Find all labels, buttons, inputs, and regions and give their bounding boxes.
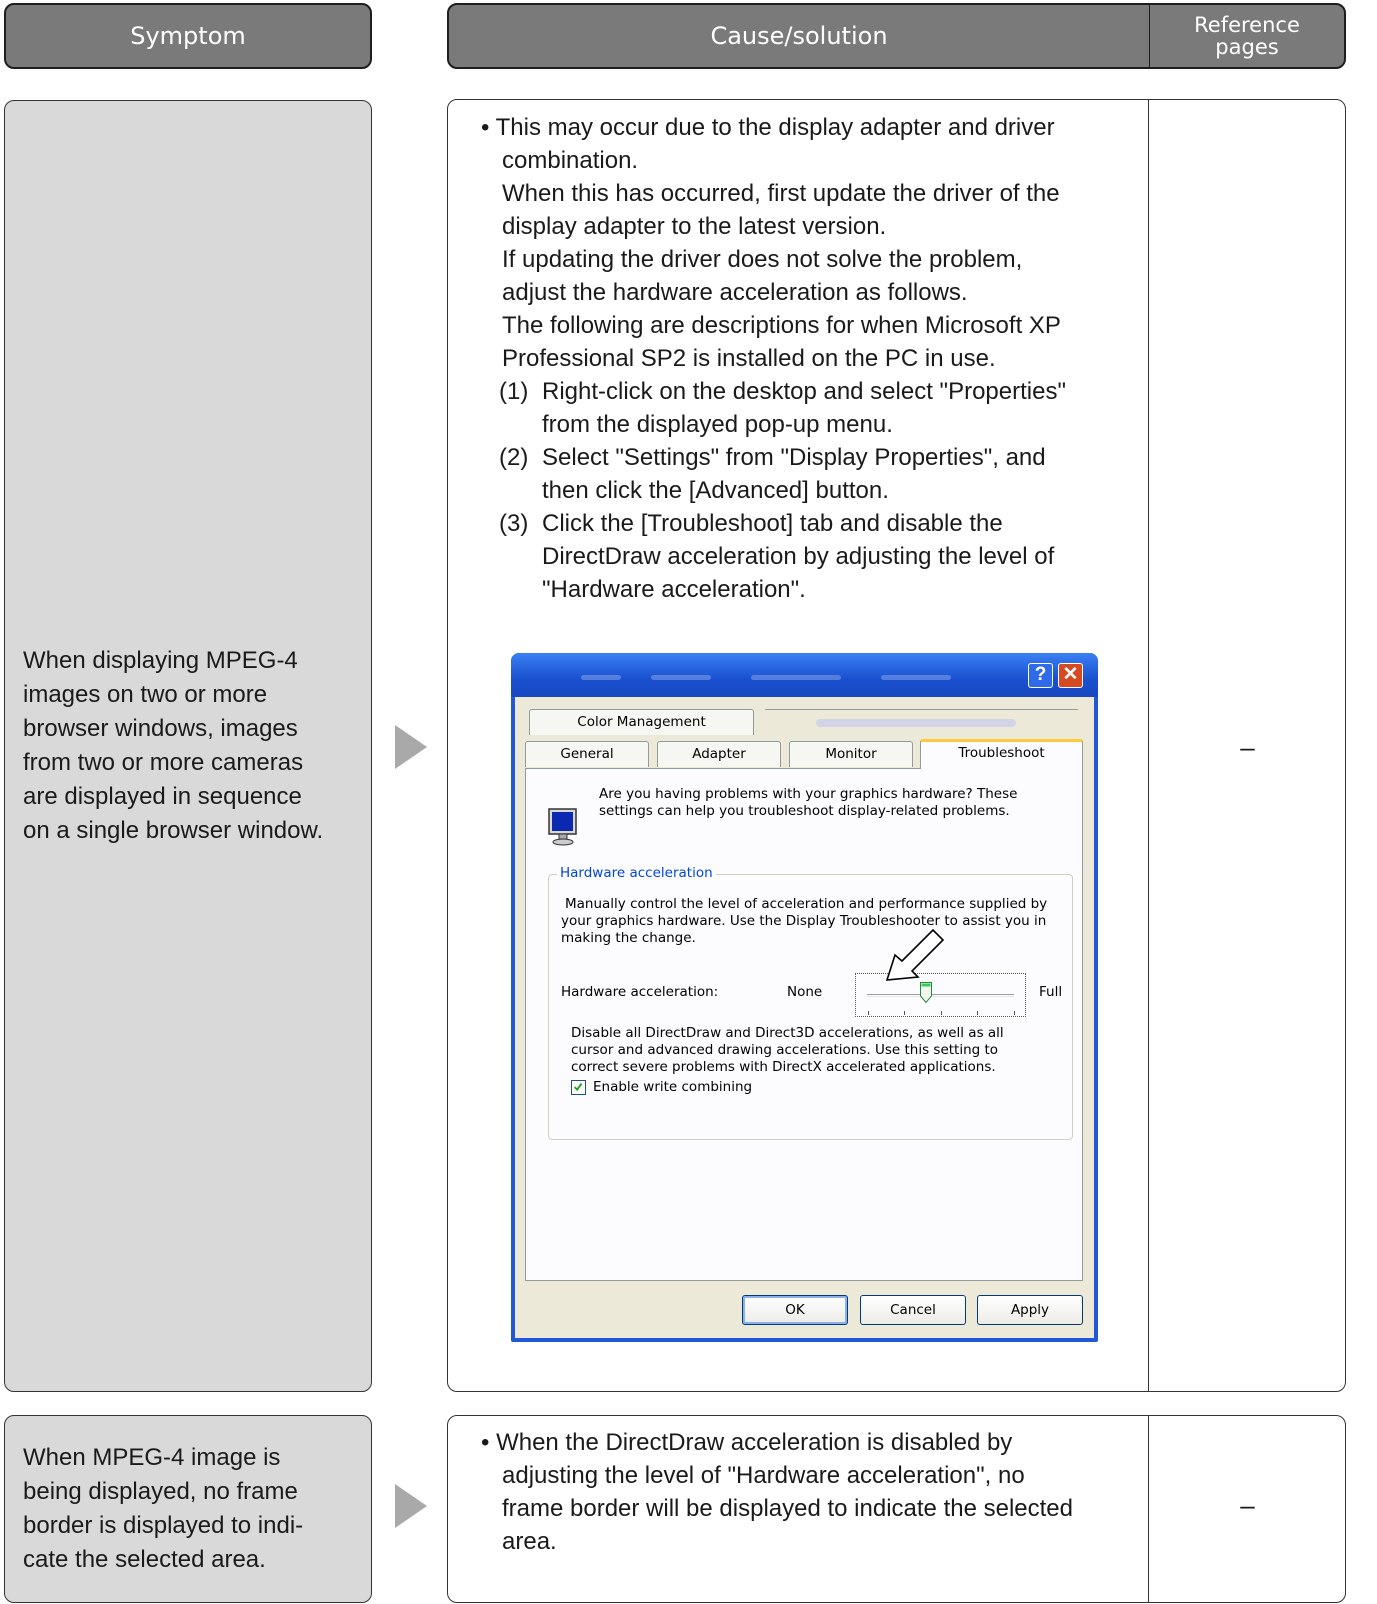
intro-text: Are you having problems with your graphi…: [599, 786, 1018, 819]
slider-tick: [904, 1011, 905, 1015]
slider-tick: [977, 1011, 978, 1015]
reference-value-2: –: [1240, 1490, 1255, 1520]
row-arrow-icon: [395, 1484, 427, 1528]
symptom-header-label: Symptom: [130, 22, 246, 50]
step-3: (3) Click the [Troubleshoot] tab and dis…: [499, 510, 1055, 603]
tab-monitor[interactable]: Monitor: [789, 741, 913, 767]
reference-header-label: Reference pages: [1194, 13, 1300, 59]
dialog-title-bar: ? ✕: [511, 653, 1098, 697]
hardware-acceleration-group: Hardware acceleration Manually control t…: [548, 865, 1073, 1140]
symptom-cell-1: When displaying MPEG-4 images on two or …: [4, 100, 372, 1392]
tab-color-management[interactable]: Color Management: [529, 709, 754, 735]
pointer-arrow-icon: [885, 928, 945, 981]
slider-max-label: Full: [1039, 984, 1063, 1000]
steps-list: (1) Right-click on the desktop and selec…: [499, 375, 1066, 606]
close-icon[interactable]: ✕: [1058, 663, 1083, 688]
row-arrow-icon: [395, 725, 427, 769]
slider-thumb[interactable]: [919, 982, 932, 1003]
slider-row: Hardware acceleration: None Full: [561, 972, 1063, 1018]
ok-button[interactable]: OK: [742, 1295, 848, 1325]
cause-text-1: • This may occur due to the display adap…: [481, 114, 1061, 372]
symptom-text-1: When displaying MPEG-4 images on two or …: [23, 647, 324, 844]
dialog-body: Color Management General Adapter Monitor…: [515, 697, 1094, 1338]
cancel-button[interactable]: Cancel: [860, 1295, 966, 1325]
symptom-text-2: When MPEG-4 image is being displayed, no…: [23, 1444, 304, 1573]
step-1: (1) Right-click on the desktop and selec…: [499, 378, 1066, 438]
slider-min-label: None: [787, 984, 823, 1000]
slider-tick: [1014, 1011, 1015, 1015]
reference-value-1: –: [1240, 732, 1255, 762]
display-properties-dialog: ? ✕ Color Management General Adapter Mon…: [511, 653, 1098, 1342]
step-2: (2) Select "Settings" from "Display Prop…: [499, 444, 1046, 504]
symptom-cell-2: When MPEG-4 image is being displayed, no…: [4, 1415, 372, 1603]
help-icon[interactable]: ?: [1028, 663, 1053, 688]
cause-text-2: • When the DirectDraw acceleration is di…: [481, 1429, 1073, 1555]
slider-tick: [868, 1011, 869, 1015]
monitor-icon: [548, 808, 577, 846]
cause-column-header: Cause/solution Reference pages: [447, 3, 1346, 69]
troubleshoot-panel: Are you having problems with your graphi…: [525, 768, 1083, 1281]
group-description: Manually control the level of accelerati…: [561, 896, 1048, 946]
slider-track: [867, 994, 1014, 997]
symptom-column-header: Symptom: [4, 3, 372, 69]
apply-button[interactable]: Apply: [977, 1295, 1083, 1325]
tab-general[interactable]: General: [525, 741, 649, 767]
slider-tick: [941, 1011, 942, 1015]
write-combining-checkbox[interactable]: [571, 1080, 586, 1095]
level-description: Disable all DirectDraw and Direct3D acce…: [571, 1025, 1004, 1075]
slider-label: Hardware acceleration:: [561, 984, 719, 1000]
tab-adapter[interactable]: Adapter: [657, 741, 781, 767]
checkmark-icon: [573, 1083, 583, 1092]
tab-troubleshoot[interactable]: Troubleshoot: [920, 739, 1083, 769]
write-combining-label: Enable write combining: [593, 1079, 753, 1095]
tab-blurred[interactable]: [765, 709, 1078, 727]
group-label: Hardware acceleration: [557, 865, 716, 881]
cause-header-label: Cause/solution: [449, 5, 1150, 67]
